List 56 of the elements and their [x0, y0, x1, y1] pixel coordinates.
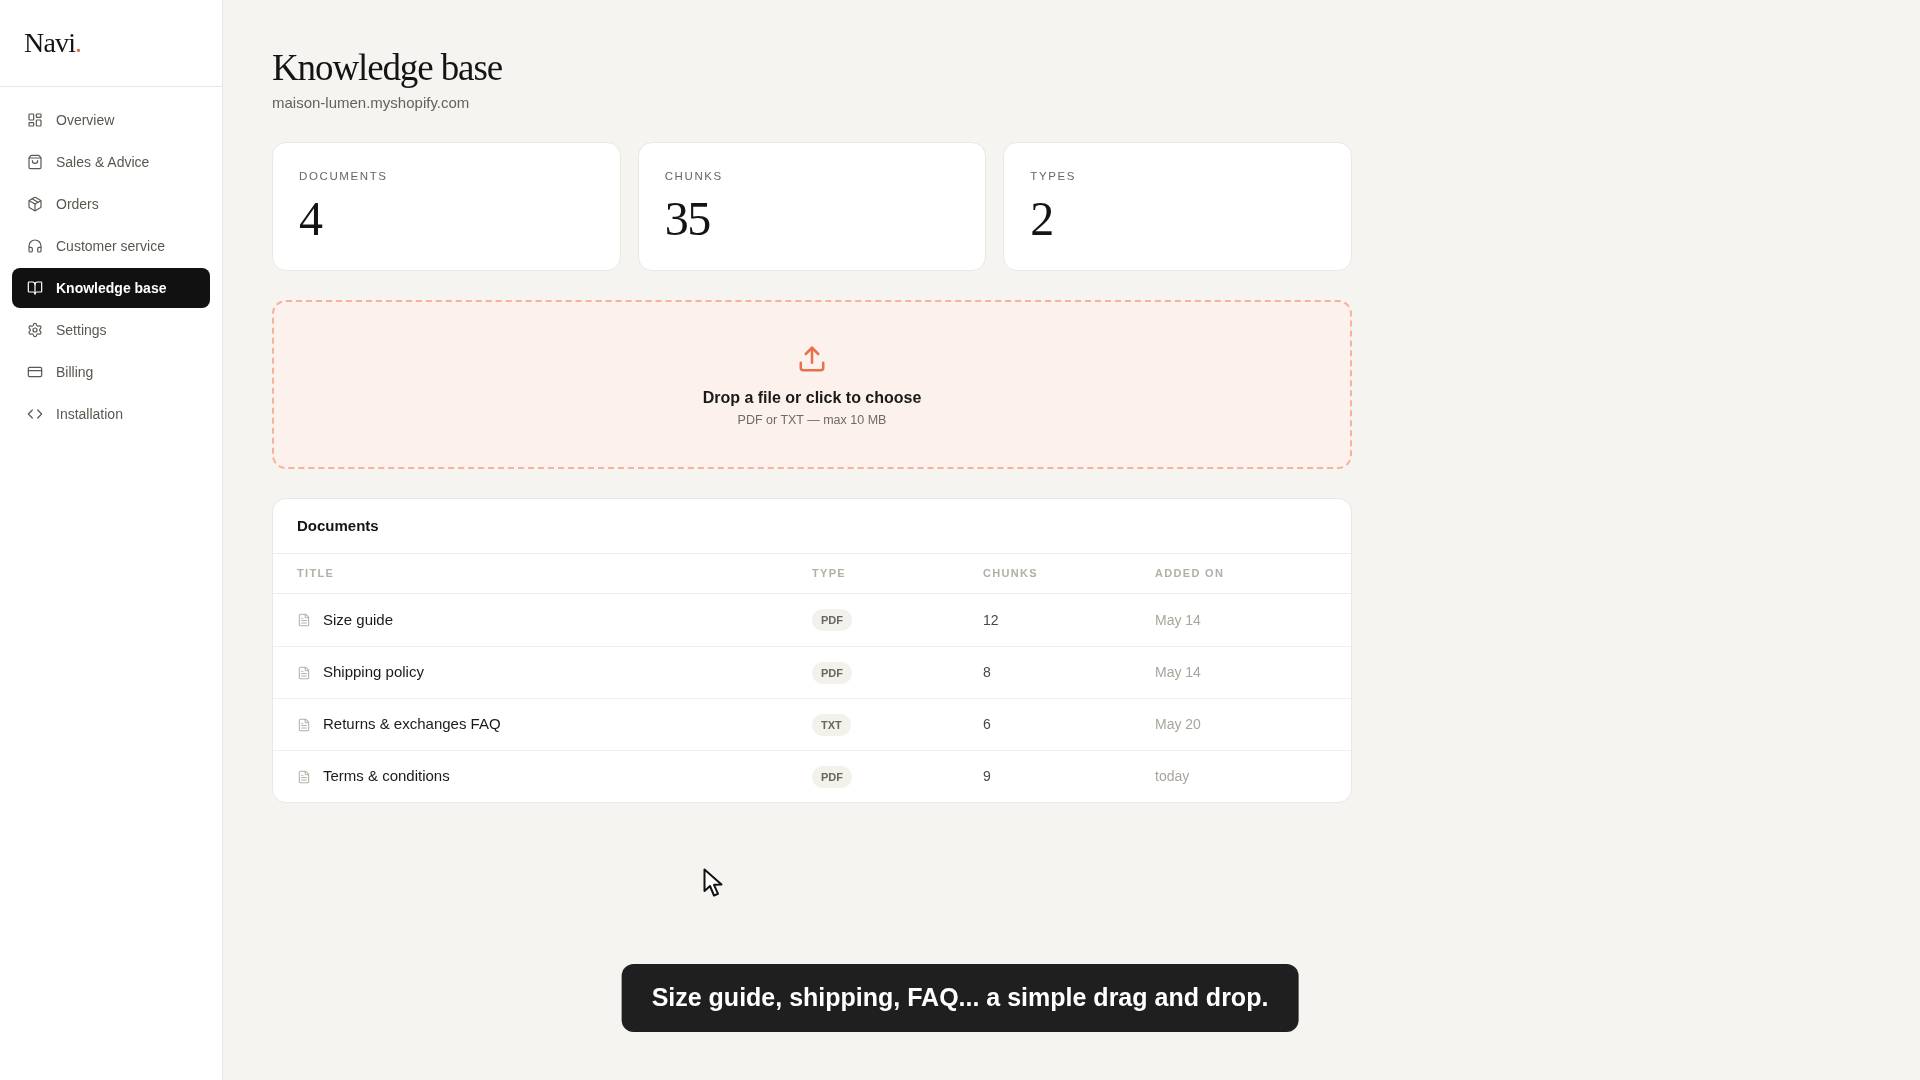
upload-title: Drop a file or click to choose	[702, 388, 922, 408]
upload-hint: PDF or TXT — max 10 MB	[737, 412, 887, 428]
document-icon	[297, 613, 311, 627]
type-badge: PDF	[812, 765, 852, 788]
stat-label: DOCUMENTS	[299, 169, 388, 183]
store-domain: maison-lumen.myshopify.com	[272, 93, 470, 113]
upload-icon	[797, 344, 827, 374]
cursor-icon	[703, 868, 725, 898]
stat-value: 2	[1030, 195, 1053, 243]
nav-item[interactable]: Customer service	[12, 226, 210, 266]
column-header: TYPE	[812, 566, 846, 582]
grid-icon	[27, 112, 43, 128]
type-badge: PDF	[812, 609, 852, 631]
document-icon	[297, 665, 311, 680]
logo: Navi.	[24, 29, 82, 57]
chunk-count: 9	[983, 767, 991, 786]
added-date: today	[1155, 767, 1190, 786]
document-title: Returns & exchanges FAQ	[323, 714, 501, 735]
book-icon	[27, 280, 43, 296]
box-icon	[27, 196, 43, 212]
type-badge: TXT	[812, 713, 851, 736]
stat-label: CHUNKS	[664, 169, 723, 183]
stat-label: TYPES	[1030, 169, 1077, 183]
page-title: Knowledge base	[272, 46, 503, 90]
document-icon	[297, 769, 311, 784]
nav-item[interactable]: Knowledge base	[12, 268, 210, 308]
type-badge: PDF	[812, 661, 852, 684]
column-header: CHUNKS	[983, 566, 1038, 582]
column-header: TITLE	[297, 566, 335, 582]
chunk-count: 8	[983, 663, 991, 682]
bag-icon	[27, 154, 43, 170]
settings-icon	[27, 322, 43, 338]
nav-item[interactable]: Sales & Advice	[12, 142, 210, 182]
upload-dropzone[interactable]: Drop a file or click to choose PDF or TXT — max 10 MB	[272, 300, 1352, 469]
panel-title: Documents	[297, 515, 379, 536]
document-title: Size guide	[323, 609, 394, 630]
caption-text: Size guide, shipping, FAQ... a simple drag and drop.	[651, 982, 1269, 1014]
nav-item[interactable]: Overview	[12, 100, 210, 140]
nav-item[interactable]: Settings	[12, 310, 210, 350]
nav-item[interactable]: Billing	[12, 352, 210, 392]
column-header: ADDED ON	[1155, 566, 1225, 582]
card-icon	[27, 364, 43, 380]
document-title: Terms & conditions	[323, 766, 450, 787]
nav-item[interactable]: Installation	[12, 394, 210, 434]
headphones-icon	[27, 238, 43, 254]
code-icon	[27, 406, 43, 422]
stat-value: 4	[299, 195, 322, 243]
nav-item[interactable]: Orders	[12, 184, 210, 224]
stat-value: 35	[664, 195, 710, 243]
added-date: May 14	[1155, 663, 1201, 682]
chunk-count: 12	[983, 610, 999, 630]
document-title: Shipping policy	[323, 662, 424, 683]
document-icon	[297, 717, 311, 732]
added-date: May 14	[1155, 610, 1201, 630]
added-date: May 20	[1155, 715, 1201, 734]
chunk-count: 6	[983, 715, 991, 734]
